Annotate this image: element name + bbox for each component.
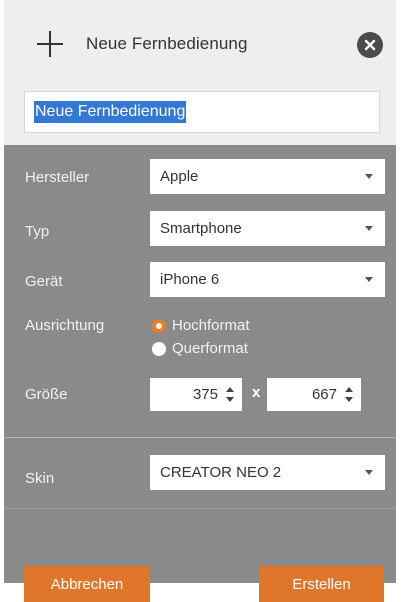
- orientation-landscape-label: Querformat: [172, 340, 248, 357]
- dialog-title: Neue Fernbedienung: [86, 34, 248, 53]
- chevron-down-icon: [365, 226, 373, 231]
- close-button[interactable]: [357, 32, 383, 58]
- chevron-down-icon: [365, 470, 373, 475]
- width-stepper[interactable]: 375: [150, 378, 242, 411]
- plus-icon: [37, 31, 63, 57]
- skin-select[interactable]: CREATOR NEO 2: [150, 455, 385, 490]
- close-icon: [364, 39, 376, 51]
- spinner-arrows-icon[interactable]: [226, 387, 234, 402]
- device-label: Gerät: [25, 273, 63, 290]
- skin-value: CREATOR NEO 2: [160, 464, 282, 481]
- section-divider: [4, 437, 396, 438]
- height-stepper[interactable]: 667: [267, 378, 361, 411]
- orientation-portrait-option[interactable]: Hochformat: [152, 317, 250, 334]
- type-label: Typ: [25, 223, 50, 240]
- chevron-down-icon: [365, 277, 373, 282]
- cancel-button[interactable]: Abbrechen: [24, 566, 150, 602]
- radio-selected-icon: [152, 318, 166, 333]
- remote-name-value: Neue Fernbedienung: [34, 101, 187, 123]
- spinner-arrows-icon[interactable]: [345, 387, 353, 402]
- form-panel: Hersteller Apple Typ Smartphone Gerät iP…: [4, 145, 396, 602]
- manufacturer-label: Hersteller: [25, 169, 90, 186]
- radio-unselected-icon: [152, 341, 166, 356]
- section-divider: [4, 508, 396, 509]
- remote-name-input[interactable]: Neue Fernbedienung: [24, 91, 380, 133]
- device-select[interactable]: iPhone 6: [150, 262, 385, 297]
- type-select[interactable]: Smartphone: [150, 211, 385, 246]
- create-button[interactable]: Erstellen: [259, 566, 384, 602]
- width-value: 375: [192, 386, 218, 403]
- orientation-landscape-option[interactable]: Querformat: [152, 340, 248, 357]
- orientation-portrait-label: Hochformat: [172, 317, 250, 334]
- skin-label: Skin: [25, 470, 55, 487]
- height-value: 667: [311, 386, 337, 403]
- dialog-header: Neue Fernbedienung: [4, 0, 396, 90]
- manufacturer-select[interactable]: Apple: [150, 159, 385, 194]
- size-label: Größe: [25, 386, 68, 403]
- size-separator: x: [252, 384, 261, 401]
- device-value: iPhone 6: [160, 271, 220, 288]
- chevron-down-icon: [365, 174, 373, 179]
- orientation-label: Ausrichtung: [25, 317, 105, 334]
- manufacturer-value: Apple: [160, 168, 199, 185]
- new-remote-dialog: Neue Fernbedienung Neue Fernbedienung He…: [4, 0, 396, 602]
- type-value: Smartphone: [160, 220, 242, 237]
